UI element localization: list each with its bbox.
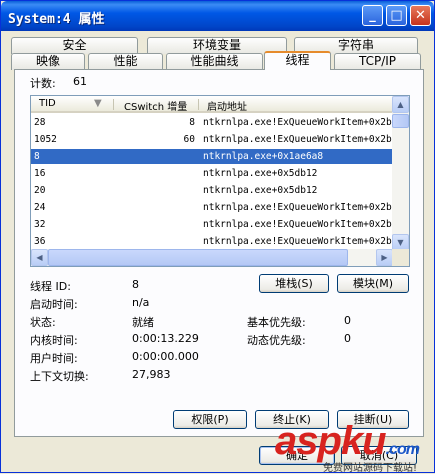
table-row[interactable]: 16 ntkrnlpa.exe+0x5db12 (31, 166, 393, 181)
table-row[interactable]: 1052 60 ntkrnlpa.exe!ExQueueWorkItem+0x2… (31, 132, 393, 147)
thread-list[interactable]: TID ▼ CSwitch 增量 启动地址 28 8 ntkrnlpa.exe!… (30, 95, 410, 267)
table-row[interactable]: 20 ntkrnlpa.exe+0x5db12 (31, 183, 393, 198)
column-divider[interactable] (198, 99, 199, 110)
thread-id-label: 线程 ID: (30, 280, 71, 293)
cswitch-cell: 60 (183, 134, 195, 145)
tab-label: 线程 (285, 53, 310, 67)
address-cell: ntkrnlpa.exe!ExQueueWorkItem+0x2b (203, 117, 392, 128)
tab-performance[interactable]: 性能 (88, 53, 163, 70)
tab-label: 环境变量 (192, 38, 241, 52)
scroll-up-icon[interactable]: ▲ (392, 96, 409, 113)
user-time-value: 0:00:00.000 (132, 350, 199, 363)
column-header-cswitch[interactable]: CSwitch 增量 (124, 98, 187, 113)
maximize-button[interactable]: □ (386, 5, 407, 26)
dynamic-priority-label: 动态优先级: (247, 334, 306, 347)
tid-cell: 32 (34, 219, 46, 230)
user-time-label: 用户时间: (30, 352, 78, 365)
column-header-start-address[interactable]: 启动地址 (207, 98, 247, 113)
tab-label: 安全 (62, 38, 87, 52)
watermark-tagline: 免费网站源码下载站! (323, 463, 418, 474)
address-cell: ntkrnlpa.exe+0x5db12 (203, 185, 318, 196)
state-label: 状态: (30, 316, 56, 329)
watermark-tld: .com (385, 441, 420, 458)
tid-cell: 20 (34, 185, 46, 196)
address-cell: ntkrnlpa.exe!ExQueueWorkItem+0x2b (203, 236, 392, 247)
tab-security[interactable]: 安全 (11, 37, 138, 54)
table-row[interactable]: 28 8 ntkrnlpa.exe!ExQueueWorkItem+0x2b (31, 115, 393, 130)
tab-tcpip[interactable]: TCP/IP (334, 53, 421, 70)
scrollbar-corner (392, 249, 409, 266)
table-row[interactable]: 24 ntkrnlpa.exe!ExQueueWorkItem+0x2b (31, 200, 393, 215)
thread-id-value: 8 (132, 278, 139, 291)
table-row-selected[interactable]: 8 ntkrnlpa.exe+0x1ae6a8 (31, 149, 393, 164)
window-title: System:4 属性 (8, 12, 105, 27)
permissions-button[interactable]: 权限(P) (173, 410, 247, 429)
address-cell: ntkrnlpa.exe!ExQueueWorkItem+0x2b (203, 134, 392, 145)
properties-window: System:4 属性 _ □ ✕ 安全 环境变量 字符串 映像 性能 性能曲线… (0, 0, 435, 474)
thread-list-header: TID ▼ CSwitch 增量 启动地址 (31, 96, 409, 113)
tid-cell: 16 (34, 168, 46, 179)
module-button[interactable]: 模块(M) (337, 274, 409, 293)
context-switches-label: 上下文切换: (30, 370, 89, 383)
address-cell: ntkrnlpa.exe!ExQueueWorkItem+0x2b (203, 219, 392, 230)
tid-cell: 1052 (34, 134, 57, 145)
column-divider[interactable] (113, 99, 114, 110)
table-row[interactable]: 32 ntkrnlpa.exe!ExQueueWorkItem+0x2b (31, 217, 393, 232)
start-time-value: n/a (132, 296, 150, 309)
thread-count-value: 61 (73, 75, 87, 88)
base-priority-label: 基本优先级: (247, 316, 306, 329)
tab-image[interactable]: 映像 (11, 53, 85, 70)
tab-label: 性能 (113, 54, 138, 68)
column-header-tid[interactable]: TID (39, 98, 56, 109)
tab-label: 性能曲线 (190, 54, 239, 68)
tab-performance-graph[interactable]: 性能曲线 (166, 53, 263, 70)
tab-label: 字符串 (337, 38, 374, 52)
tid-cell: 8 (34, 151, 40, 162)
stack-button[interactable]: 堆栈(S) (259, 274, 329, 293)
vertical-scroll-thumb[interactable] (392, 114, 409, 128)
address-cell: ntkrnlpa.exe+0x5db12 (203, 168, 318, 179)
thread-count-label: 计数: (30, 77, 56, 90)
scroll-left-icon[interactable]: ◀ (31, 249, 48, 266)
sort-desc-icon: ▼ (94, 98, 102, 109)
dynamic-priority-value: 0 (344, 332, 351, 345)
context-switches-value: 27,983 (132, 368, 171, 381)
scroll-right-icon[interactable]: ▶ (376, 249, 393, 266)
horizontal-scrollbar[interactable]: ◀ ▶ (31, 249, 393, 266)
tab-threads[interactable]: 线程 (264, 51, 331, 70)
address-cell: ntkrnlpa.exe!ExQueueWorkItem+0x2b (203, 202, 392, 213)
horizontal-scroll-thumb[interactable] (48, 249, 348, 266)
site-watermark: aspku.com 免费网站源码下载站! (269, 419, 435, 474)
tab-label: 映像 (35, 54, 60, 68)
address-cell: ntkrnlpa.exe+0x1ae6a8 (203, 151, 324, 162)
tid-cell: 36 (34, 236, 46, 247)
vertical-scrollbar[interactable]: ▲ ▼ (392, 96, 409, 251)
tid-cell: 24 (34, 202, 46, 213)
table-row[interactable]: 36 ntkrnlpa.exe!ExQueueWorkItem+0x2b (31, 234, 393, 249)
kernel-time-value: 0:00:13.229 (132, 332, 199, 345)
tab-label: TCP/IP (358, 54, 397, 68)
close-button[interactable]: ✕ (410, 5, 431, 26)
start-time-label: 启动时间: (30, 298, 78, 311)
kernel-time-label: 内核时间: (30, 334, 78, 347)
state-value: 就绪 (132, 316, 154, 329)
cswitch-cell: 8 (189, 117, 195, 128)
base-priority-value: 0 (344, 314, 351, 327)
tid-cell: 28 (34, 117, 46, 128)
watermark-brand: aspku (275, 419, 387, 463)
title-bar[interactable]: System:4 属性 _ □ ✕ (1, 1, 434, 31)
minimize-button[interactable]: _ (362, 5, 383, 26)
